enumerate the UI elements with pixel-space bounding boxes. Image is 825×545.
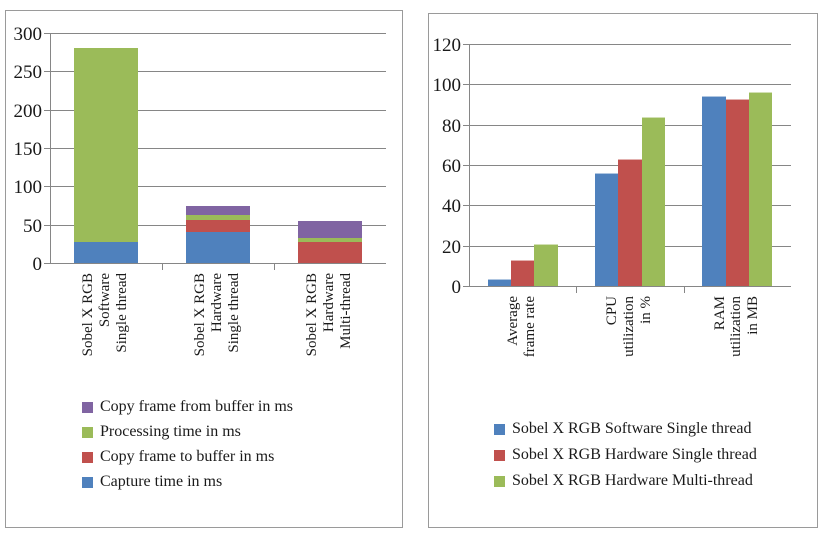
left-chart-panel: 0 50 100 150 200 250 300 Sobel X RGB Software Si…: [5, 10, 403, 528]
x-axis-tick-mark: [683, 287, 685, 293]
category-label-line: CPU: [604, 296, 621, 326]
chart-legend: Copy frame from buffer in ms Processing t…: [82, 399, 293, 499]
y-axis-tick-label: 150: [13, 139, 43, 160]
gridline: [469, 44, 791, 45]
legend-item[interactable]: Sobel X RGB Software Single thread: [494, 421, 757, 437]
legend-item[interactable]: Processing time in ms: [82, 424, 293, 440]
category-label-line: Hardware: [209, 273, 226, 333]
legend-item-label: Copy frame to buffer in ms: [100, 448, 275, 465]
bar: [618, 158, 642, 286]
bar-segment: [74, 242, 138, 263]
category-label-line: Single thread: [225, 273, 242, 353]
y-axis-tick-label: 200: [13, 100, 43, 122]
category-label-line: Hardware: [321, 273, 338, 333]
bar: [595, 173, 619, 286]
gridline: [50, 33, 386, 34]
category-label-line: RAM: [711, 296, 728, 331]
legend-item[interactable]: Sobel X RGB Hardware Multi-thread: [494, 473, 757, 489]
y-axis-tick-label: 300: [13, 24, 43, 45]
y-axis-tick-label: 250: [13, 62, 43, 84]
bar: [749, 92, 773, 286]
category-label: Sobel X RGB Hardware Multi-thread: [274, 273, 386, 391]
category-label-line: utilization: [621, 296, 638, 357]
y-axis-tick-label: 60: [442, 156, 461, 177]
category-label-line: Average: [505, 296, 522, 346]
y-axis-tick-label: 100: [432, 75, 462, 97]
bar-segment: [186, 215, 250, 221]
bar-segment: [186, 220, 250, 233]
bar: [487, 278, 511, 286]
category-label: CPU utilization in %: [576, 296, 683, 406]
x-axis-line: [469, 286, 791, 287]
bar-segment: [298, 238, 362, 243]
legend-color-swatch-icon: [82, 426, 93, 438]
category-label-line: utilization: [728, 296, 745, 357]
bar-segment: [186, 206, 250, 216]
category-label-line: Software: [97, 273, 114, 328]
legend-item-label: Processing time in ms: [100, 423, 241, 440]
y-axis-tick-label: 50: [23, 215, 42, 237]
category-label-line: Sobel X RGB: [192, 273, 209, 357]
stacked-bar: [186, 206, 250, 263]
bar: [511, 259, 535, 286]
bar: [641, 116, 665, 286]
x-axis-tick-mark: [274, 264, 275, 270]
gridline: [469, 84, 791, 86]
bar: [725, 99, 749, 286]
legend-color-swatch-icon: [494, 423, 505, 435]
category-label: RAM utilization in MB: [684, 296, 791, 406]
legend-color-swatch-icon: [82, 401, 93, 413]
y-axis-tick-label: 100: [13, 177, 43, 199]
legend-color-swatch-icon: [82, 476, 93, 488]
category-label: Sobel X RGB Software Single thread: [50, 273, 162, 391]
bar-segment: [186, 232, 250, 263]
category-label-line: Single thread: [113, 273, 130, 353]
category-label-line: Sobel X RGB: [304, 273, 321, 357]
plot-area: [44, 33, 386, 270]
category-label-line: in %: [637, 296, 654, 324]
plot-area: [463, 44, 791, 293]
legend-color-swatch-icon: [494, 475, 505, 487]
y-axis-tick-label: 0: [32, 254, 43, 275]
legend-item-label: Sobel X RGB Hardware Multi-thread: [512, 472, 753, 489]
right-chart-panel: 0 20 40 60 80 100 120 Average frame rate CPU util…: [428, 13, 818, 528]
y-axis-tick-label: 40: [442, 196, 461, 218]
y-axis-line: [50, 34, 51, 264]
bar-segment: [298, 242, 362, 263]
legend-color-swatch-icon: [82, 451, 93, 463]
y-axis-tick-label: 120: [432, 35, 462, 56]
category-label: Average frame rate: [469, 296, 576, 406]
stacked-bar: [298, 220, 362, 263]
legend-item-label: Sobel X RGB Software Single thread: [512, 420, 752, 437]
legend-item-label: Sobel X RGB Hardware Single thread: [512, 446, 757, 463]
y-axis-tick-label: 0: [451, 277, 462, 298]
category-label-line: Sobel X RGB: [80, 273, 97, 357]
chart-legend: Sobel X RGB Software Single thread Sobel …: [494, 421, 757, 499]
bar-segment: [298, 220, 362, 239]
legend-item[interactable]: Copy frame to buffer in ms: [82, 449, 293, 465]
y-axis-line: [469, 45, 470, 287]
legend-item-label: Capture time in ms: [100, 473, 223, 490]
y-axis-tick-label: 80: [442, 115, 461, 137]
x-axis-tick-mark: [162, 264, 163, 270]
bar: [534, 243, 558, 286]
bar-segment: [74, 48, 138, 243]
legend-item[interactable]: Sobel X RGB Hardware Single thread: [494, 447, 757, 463]
legend-item[interactable]: Capture time in ms: [82, 474, 293, 490]
y-axis-tick-label: 20: [442, 236, 461, 258]
category-label: Sobel X RGB Hardware Single thread: [162, 273, 274, 391]
category-label-line: Multi-thread: [337, 273, 354, 349]
legend-item[interactable]: Copy frame from buffer in ms: [82, 399, 293, 415]
x-axis-line: [50, 263, 386, 264]
timing-breakdown-chart: 0 50 100 150 200 250 300 Sobel X RGB Software Si…: [6, 11, 402, 527]
legend-color-swatch-icon: [494, 449, 505, 461]
resource-usage-chart: 0 20 40 60 80 100 120 Average frame rate CPU util…: [429, 14, 817, 527]
stacked-bar: [74, 48, 138, 263]
x-axis-tick-mark: [576, 287, 578, 293]
category-label-line: in MB: [745, 296, 762, 335]
legend-item-label: Copy frame from buffer in ms: [100, 398, 293, 415]
category-label-line: frame rate: [522, 296, 539, 358]
bar: [702, 96, 726, 286]
